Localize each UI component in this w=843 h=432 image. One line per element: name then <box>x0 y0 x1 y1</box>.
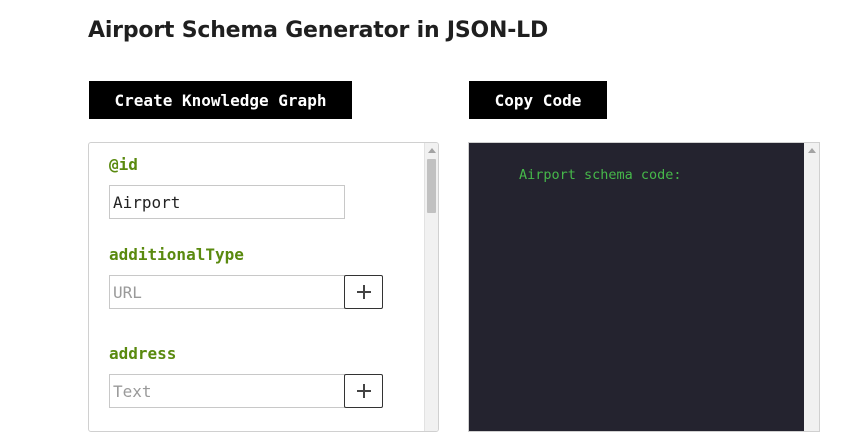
code-scrollbar[interactable] <box>804 143 819 431</box>
field-label-id: @id <box>109 155 138 174</box>
plus-icon <box>356 384 371 398</box>
code-output-panel: Airport schema code: <box>468 142 820 432</box>
chevron-up-icon[interactable] <box>428 148 436 153</box>
field-label-address: address <box>109 344 177 363</box>
additional-type-input[interactable] <box>109 275 345 309</box>
schema-form-panel[interactable]: @id additionalType address <box>88 142 439 432</box>
form-scrollbar[interactable] <box>424 143 438 431</box>
address-input[interactable] <box>109 374 345 408</box>
add-address-button[interactable] <box>344 374 383 408</box>
code-output-area[interactable]: Airport schema code: <box>469 143 805 431</box>
copy-code-button[interactable]: Copy Code <box>469 81 607 119</box>
field-label-additional-type: additionalType <box>109 245 244 264</box>
scrollbar-thumb[interactable] <box>427 159 436 213</box>
chevron-up-icon[interactable] <box>808 148 816 153</box>
plus-icon <box>356 285 371 299</box>
page-title: Airport Schema Generator in JSON-LD <box>88 18 549 43</box>
id-input[interactable] <box>109 185 345 219</box>
add-additional-type-button[interactable] <box>344 275 383 309</box>
code-output-text: Airport schema code: <box>519 167 682 183</box>
create-knowledge-graph-button[interactable]: Create Knowledge Graph <box>89 81 352 119</box>
